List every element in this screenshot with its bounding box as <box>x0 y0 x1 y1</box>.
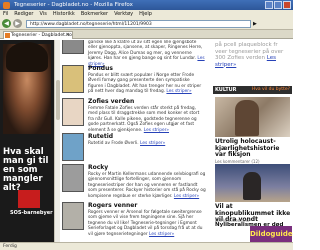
back-button[interactable]: ◀ <box>2 19 11 28</box>
comic-title[interactable]: Rocky <box>88 164 108 171</box>
menu-edit[interactable]: Rediger <box>14 10 33 18</box>
sos-barnebyer-ad[interactable]: Hva skal man gi til en som mangler alt? … <box>0 40 54 242</box>
comic-description: Rutetid av Frode Øverli. Les striper» <box>88 141 166 146</box>
read-strips-link[interactable]: Les striper» <box>149 232 174 237</box>
comic-thumbnail[interactable] <box>62 40 84 54</box>
kultur-section-header[interactable]: KULTUR Hva vil du bytte? <box>213 86 292 94</box>
article-photo[interactable] <box>215 97 290 137</box>
window-titlebar: Tegneserier - Dagbladet.no - Mozilla Fir… <box>0 0 293 10</box>
favicon-icon <box>5 33 10 38</box>
ad-logo-text: SOS-barnebyer <box>10 210 53 216</box>
window-title: Tegneserier - Dagbladet.no - Mozilla Fir… <box>14 2 133 8</box>
photo-figure <box>235 100 259 136</box>
comic-title[interactable]: Zofies verden <box>88 98 134 105</box>
dildoguiden-ad[interactable]: Dildoguiden <box>250 226 293 242</box>
read-strips-link[interactable]: Les striper» <box>166 89 191 94</box>
comics-list: ganske like å klatre ut av sitt egen lil… <box>60 40 210 242</box>
ad-headline: Hva skal man gi til en som mangler alt? <box>3 147 49 193</box>
tab-dagbladet[interactable]: Tegneserier - Dagbladet.no × <box>3 31 73 39</box>
tab-bar: Tegneserier - Dagbladet.no × <box>0 30 293 39</box>
comic-title[interactable]: Rutetid <box>88 133 113 140</box>
tab-close-icon[interactable]: × <box>66 32 70 39</box>
rocky-thumbnail[interactable] <box>62 164 84 192</box>
kultur-subtitle[interactable]: Hva vil du bytte? <box>252 86 290 94</box>
comic-description: ganske like å klatre ut av sitt egen lil… <box>88 40 205 67</box>
right-sidebar: på pcell plaqueblock fr veer tegneserier… <box>212 40 293 242</box>
photo-figure <box>243 172 261 200</box>
maximize-button[interactable] <box>274 1 282 9</box>
ad-photo-hair <box>6 42 48 72</box>
page-viewport: Hva skal man gi til en som mangler alt? … <box>0 40 293 242</box>
forward-button[interactable]: ▶ <box>13 19 22 28</box>
menu-view[interactable]: Vis <box>40 10 47 18</box>
menu-bar: Fil Rediger Vis Historikk Bokmerker Verk… <box>0 10 293 18</box>
window-controls <box>265 1 291 9</box>
pondus-thumbnail[interactable] <box>62 65 84 93</box>
read-strips-link[interactable]: Les striper» <box>140 141 165 146</box>
comic-title[interactable]: Rogers venner <box>88 202 137 209</box>
tab-label: Tegneserier - Dagbladet.no <box>11 33 72 38</box>
comic-description: Femme Fatale Zofies verden står sterkt p… <box>88 106 200 133</box>
address-bar[interactable]: http://www.dagbladet.no/tegneserie/html/… <box>26 19 251 28</box>
article-headline[interactable]: Utrolig holocaust-kjærlighetshistorie va… <box>215 138 291 159</box>
menu-tools[interactable]: Verktøy <box>114 10 133 18</box>
status-bar: Ferdig <box>0 242 293 250</box>
go-button[interactable]: ▶ <box>253 21 257 27</box>
comic-description: Rogers venner er Arsenol for følgetale s… <box>88 210 203 237</box>
close-window-button[interactable] <box>283 1 291 9</box>
rutetid-thumbnail[interactable] <box>62 133 84 161</box>
article-photo[interactable] <box>215 164 290 202</box>
menu-help[interactable]: Hjelp <box>139 10 152 18</box>
menu-file[interactable]: Fil <box>3 10 8 18</box>
menu-bookmarks[interactable]: Bokmerker <box>81 10 108 18</box>
comic-description: Pondus er blitt svært populær i Norge et… <box>88 73 202 95</box>
navigation-toolbar: ◀ ▶ http://www.dagbladet.no/tegneserie/h… <box>0 18 293 30</box>
menu-history[interactable]: Historikk <box>53 10 75 18</box>
minimize-button[interactable] <box>265 1 273 9</box>
sidebar-promo-text: på pcell plaqueblock fr veer tegneserier… <box>215 42 284 68</box>
comic-title[interactable]: Pondus <box>88 65 113 72</box>
comic-description: Rocky er Martin Kellermans udannende sel… <box>88 172 206 199</box>
zofies-verden-thumbnail[interactable] <box>62 98 84 126</box>
read-strips-link[interactable]: Les striper» <box>174 194 199 199</box>
firefox-icon <box>3 2 10 9</box>
ad-logo-icon <box>18 190 40 208</box>
rogers-venner-thumbnail[interactable] <box>62 202 84 230</box>
read-strips-link[interactable]: Les striper» <box>144 128 169 133</box>
